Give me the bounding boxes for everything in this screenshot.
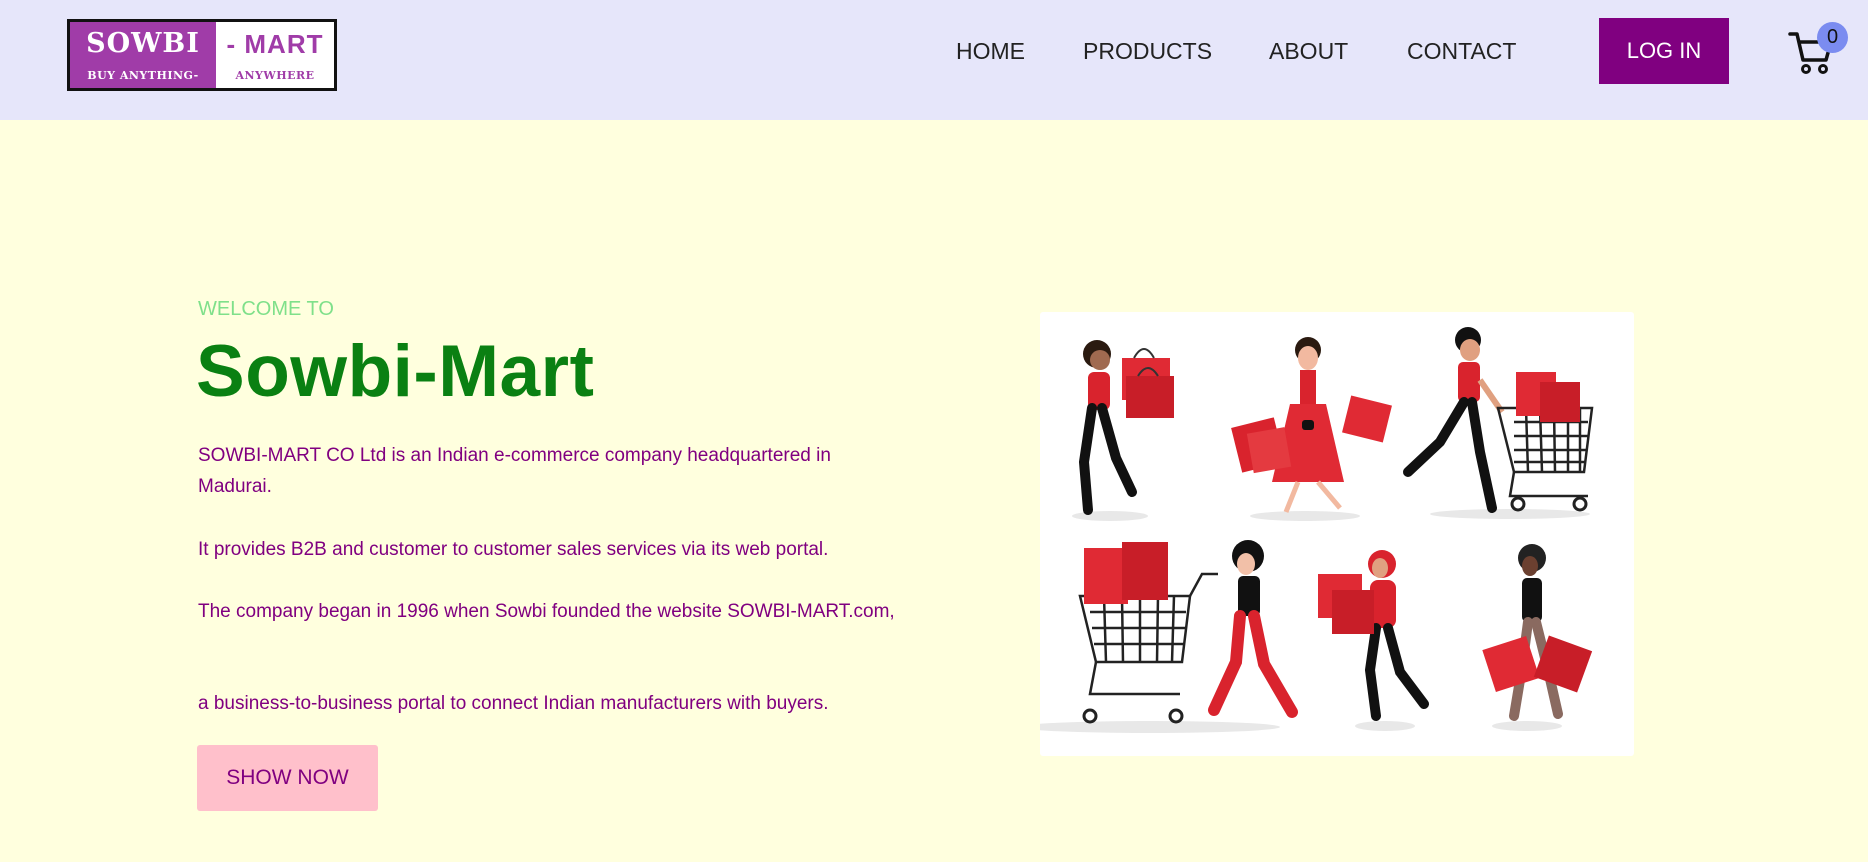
hero-paragraph: a business-to-business portal to connect… [198, 693, 829, 714]
logo-left-tagline: BUY ANYTHING- [87, 68, 199, 82]
shopper-figure-2 [1231, 337, 1392, 513]
shopper-figure-3 [1403, 327, 1594, 513]
logo-left-panel: SOWBI BUY ANYTHING- [70, 22, 216, 88]
cart-count-badge: 0 [1817, 22, 1848, 53]
shoppers-illustration [1040, 312, 1634, 756]
login-button[interactable]: LOG IN [1599, 18, 1729, 84]
hero-paragraph: SOWBI-MART CO Ltd is an Indian e-commerc… [198, 445, 831, 497]
nav-products[interactable]: PRODUCTS [1083, 38, 1212, 65]
welcome-label: WELCOME TO [198, 298, 334, 320]
nav-about[interactable]: ABOUT [1269, 38, 1348, 65]
logo-left-text: SOWBI [86, 27, 200, 59]
shopper-figure-4 [1078, 540, 1298, 724]
nav-home[interactable]: HOME [956, 38, 1025, 65]
show-now-button[interactable]: SHOW NOW [197, 745, 378, 811]
hero-paragraph: It provides B2B and customer to customer… [198, 539, 829, 560]
brand-logo[interactable]: SOWBI BUY ANYTHING- - MART ANYWHERE [67, 19, 337, 91]
logo-right-tagline: ANYWHERE [235, 68, 315, 82]
cart-button[interactable]: 0 [1788, 22, 1848, 78]
hero-paragraph: The company began in 1996 when Sowbi fou… [198, 601, 895, 622]
logo-right-panel: - MART ANYWHERE [216, 22, 334, 88]
shopper-figure-1 [1078, 340, 1174, 515]
site-header: SOWBI BUY ANYTHING- - MART ANYWHERE HOME… [0, 0, 1868, 120]
shopper-figure-5 [1318, 550, 1429, 721]
logo-right-text: - MART [226, 28, 324, 59]
hero-title: Sowbi-Mart [196, 331, 595, 412]
shopper-figure-6 [1482, 544, 1593, 721]
nav-contact[interactable]: CONTACT [1407, 38, 1516, 65]
